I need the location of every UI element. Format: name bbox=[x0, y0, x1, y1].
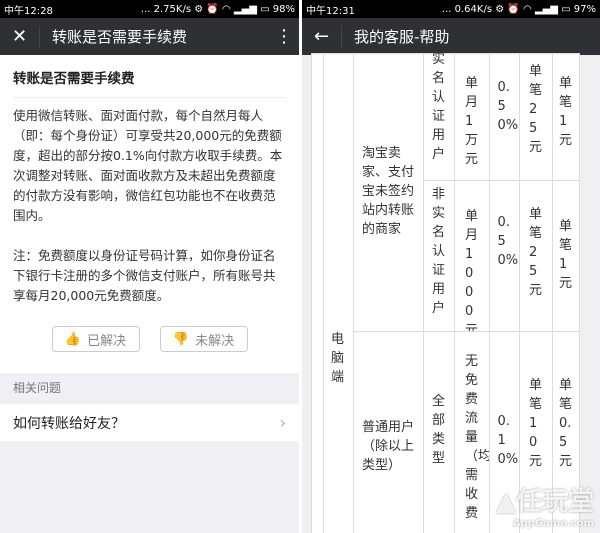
table-cell: 非实名认证用户 bbox=[423, 180, 455, 332]
unsolved-label: 未解决 bbox=[195, 333, 235, 349]
app-bar: ← 我的客服-帮助 bbox=[302, 18, 600, 55]
battery-level: 98% bbox=[272, 3, 295, 15]
table-cell: 单笔1元 bbox=[552, 53, 580, 181]
table-cell: 单笔25元 bbox=[519, 53, 553, 181]
clock: 中午12:28 bbox=[4, 5, 53, 17]
max-fee-text: 单笔25元 bbox=[529, 64, 543, 155]
app-bar: ✕ 转账是否需要手续费 ⋮ bbox=[0, 18, 299, 55]
article-paragraph: 使用微信转账、面对面付款，每个自然月每人（即：每个身份证）可享受共20,000元… bbox=[13, 108, 283, 223]
battery-level: 97% bbox=[573, 3, 596, 15]
left-screen: 中午12:28... 2.75K/s ⚙ ⏰ ◠ ▂▄▆ ▭ 98% ✕ 转账是… bbox=[0, 0, 299, 533]
user-type-text: 全部类型 bbox=[432, 394, 446, 466]
min-fee-text: 单笔1元 bbox=[559, 76, 573, 148]
table-cell: 无免费流量（均需收费 bbox=[454, 331, 492, 533]
max-fee-text: 单笔25元 bbox=[529, 207, 543, 298]
unsolved-button[interactable]: 👎 未解决 bbox=[159, 326, 248, 352]
free-quota-text: 单月1000元 bbox=[465, 209, 479, 338]
min-fee-text: 单笔0.5元 bbox=[559, 378, 573, 469]
normal-user-cell: 普通用户（除以上类型） bbox=[353, 331, 424, 533]
platform-label: 电脑端 bbox=[331, 332, 345, 385]
table-cell: 单月1万元 bbox=[454, 53, 490, 181]
max-fee-text: 单笔10元 bbox=[529, 378, 543, 469]
table-cell: 全部类型 bbox=[423, 331, 455, 533]
min-fee-text: 单笔1元 bbox=[559, 219, 573, 291]
fee-rate-text: 0.50% bbox=[497, 215, 519, 268]
fee-rate-text: 0.50% bbox=[497, 80, 519, 133]
watermark-logo: ▲任玩堂 AppGame.com bbox=[496, 487, 594, 529]
back-arrow-icon[interactable]: ← bbox=[302, 25, 342, 48]
article-heading: 转账是否需要手续费 bbox=[13, 67, 286, 98]
table-cell: 单笔25元 bbox=[519, 180, 553, 332]
related-item[interactable]: 如何转账给好友？ › bbox=[0, 404, 299, 441]
table-cell: 0.50% bbox=[489, 180, 520, 332]
normal-user-label: 普通用户（除以上类型） bbox=[362, 420, 415, 473]
table-cell: 单月1000元 bbox=[454, 180, 490, 338]
related-header: 相关问题 bbox=[13, 381, 62, 395]
solved-label: 已解决 bbox=[87, 333, 127, 349]
thumbs-up-icon: 👍 bbox=[64, 331, 82, 347]
status-bar: 中午12:31... 0.64K/s ⚙ ⏰ ◠ ▂▄▆ ▭ 97% bbox=[302, 0, 600, 18]
user-type-text: 非实名认证用户 bbox=[432, 187, 446, 316]
thumbs-down-icon: 👎 bbox=[172, 331, 190, 347]
solved-button[interactable]: 👍 已解决 bbox=[51, 326, 140, 352]
free-quota-text: 无免费流量（均需收费 bbox=[465, 354, 492, 521]
close-icon[interactable]: ✕ bbox=[0, 25, 40, 48]
more-vertical-icon[interactable]: ⋮ bbox=[269, 26, 299, 47]
table-cell: 0.50% bbox=[489, 53, 520, 181]
chevron-right-icon: › bbox=[279, 413, 286, 432]
page-title: 我的客服-帮助 bbox=[354, 28, 450, 46]
right-screen: 中午12:31... 0.64K/s ⚙ ⏰ ◠ ▂▄▆ ▭ 97% ← 我的客… bbox=[302, 0, 600, 533]
clock: 中午12:31 bbox=[306, 5, 355, 17]
net-speed: ... 2.75K/s bbox=[140, 3, 192, 15]
article: 转账是否需要手续费 使用微信转账、面对面付款，每个自然月每人（即：每个身份证）可… bbox=[0, 55, 299, 373]
fee-table: 电脑端 淘宝卖家、支付宝未签约站内转账的商家 普通用户（除以上类型） 实名认证用… bbox=[302, 52, 600, 533]
table-cell: 实名认证用户 bbox=[423, 52, 455, 181]
free-quota-text: 单月1万元 bbox=[465, 76, 479, 167]
user-type-text: 实名认证用户 bbox=[432, 52, 446, 162]
table-cell: 单笔1元 bbox=[552, 180, 580, 332]
net-speed: ... 0.64K/s bbox=[441, 3, 493, 15]
merchant-label: 淘宝卖家、支付宝未签约站内转账的商家 bbox=[362, 146, 415, 237]
status-bar: 中午12:28... 2.75K/s ⚙ ⏰ ◠ ▂▄▆ ▭ 98% bbox=[0, 0, 299, 18]
related-item-label: 如何转账给好友？ bbox=[13, 415, 125, 432]
merchant-cell: 淘宝卖家、支付宝未签约站内转账的商家 bbox=[353, 53, 424, 332]
page-title: 转账是否需要手续费 bbox=[52, 28, 188, 46]
platform-cell: 电脑端 bbox=[323, 53, 354, 533]
fee-rate-text: 0.10% bbox=[497, 414, 519, 467]
article-note: 注：免费额度以身份证号码计算，如你身份证名下银行卡注册的多个微信支付账户，所有账… bbox=[13, 248, 276, 303]
